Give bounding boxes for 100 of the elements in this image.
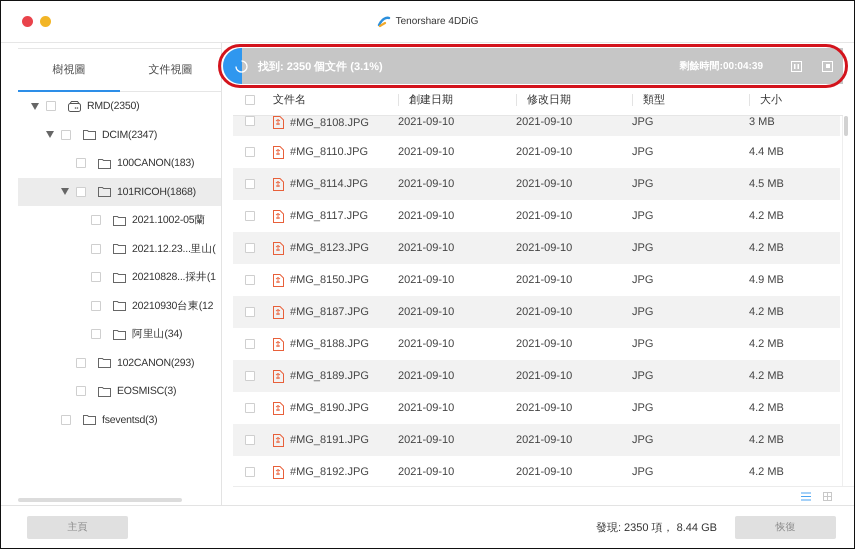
image-file-icon xyxy=(273,370,284,382)
modified-date: 2021-09-10 xyxy=(516,242,574,254)
checkbox[interactable] xyxy=(245,94,255,104)
collapse-arrow-icon[interactable] xyxy=(46,131,54,138)
tree-item-label: 20210828...採井(1 xyxy=(132,270,216,284)
file-type: JPG xyxy=(632,338,654,350)
collapse-arrow-icon[interactable] xyxy=(61,188,69,196)
modified-date: 2021-09-10 xyxy=(516,466,574,478)
created-date: 2021-09-10 xyxy=(398,274,456,286)
tree-item[interactable]: 101RICOH(1868) xyxy=(18,178,221,206)
grid-view-icon[interactable] xyxy=(823,492,832,500)
tree-item[interactable]: 100CANON(183) xyxy=(18,149,221,178)
list-view-icon[interactable] xyxy=(801,492,811,500)
pause-button[interactable] xyxy=(791,60,802,72)
checkbox[interactable] xyxy=(245,243,255,253)
file-name: #MG_8187.JPG xyxy=(290,306,369,318)
checkbox[interactable] xyxy=(245,339,255,349)
created-date: 2021-09-10 xyxy=(398,338,456,350)
checkbox[interactable] xyxy=(61,130,71,140)
tree-item[interactable]: 2021.1002-05蘭 xyxy=(18,206,221,234)
modified-date: 2021-09-10 xyxy=(516,338,574,350)
checkbox[interactable] xyxy=(76,358,86,368)
tree-item-label: 阿里山(34) xyxy=(132,327,182,342)
horizontal-scrollbar[interactable] xyxy=(18,498,182,502)
checkbox[interactable] xyxy=(76,386,86,396)
file-type: JPG xyxy=(632,434,654,446)
checkbox[interactable] xyxy=(245,147,255,157)
checkbox[interactable] xyxy=(46,101,56,112)
column-header[interactable]: 創建日期 xyxy=(398,94,516,106)
tree-item[interactable]: fseventsd(3) xyxy=(18,406,221,434)
vertical-scrollbar[interactable] xyxy=(842,116,848,486)
file-name: #MG_8192.JPG xyxy=(290,466,369,478)
checkbox[interactable] xyxy=(91,244,101,254)
file-type: JPG xyxy=(632,242,654,254)
pause-icon xyxy=(794,64,799,68)
image-file-icon xyxy=(273,338,284,350)
tree-item-label: fseventsd(3) xyxy=(102,414,158,426)
tree-item-label: 20210930台東(12 xyxy=(132,298,214,313)
folder-icon xyxy=(113,328,126,340)
file-name: #MG_8123.JPG xyxy=(290,242,369,254)
file-size: 4.2 MB xyxy=(749,434,785,446)
checkbox[interactable] xyxy=(245,307,255,317)
tree-item[interactable]: 102CANON(293) xyxy=(18,348,221,377)
file-name: #MG_8189.JPG xyxy=(290,370,369,382)
file-size: 4.2 MB xyxy=(749,402,785,414)
file-type: JPG xyxy=(632,402,654,414)
modified-date: 2021-09-10 xyxy=(516,178,574,190)
file-name: #MG_8188.JPG xyxy=(290,338,369,350)
file-size: 3 MB xyxy=(749,116,776,128)
tree-item[interactable]: 20210930台東(12 xyxy=(18,292,221,320)
tree-item-label: 102CANON(293) xyxy=(117,356,194,369)
stop-button[interactable] xyxy=(822,60,833,72)
folder-icon xyxy=(113,300,126,312)
collapse-arrow-icon[interactable] xyxy=(31,102,39,110)
file-size: 4.5 MB xyxy=(749,178,785,190)
file-size: 4.2 MB xyxy=(749,370,785,382)
window-title: Tenorshare 4DDiG xyxy=(396,16,478,27)
checkbox[interactable] xyxy=(245,275,255,285)
checkbox[interactable] xyxy=(245,403,255,413)
column-header[interactable]: 大小 xyxy=(749,94,843,106)
folder-icon xyxy=(83,414,96,426)
column-header[interactable]: 文件名 xyxy=(273,94,398,106)
created-date: 2021-09-10 xyxy=(398,466,456,478)
tree-item-label: EOSMISC(3) xyxy=(117,385,176,398)
view-tab[interactable]: 文件視圖 xyxy=(120,49,221,92)
column-header[interactable]: 類型 xyxy=(632,94,749,106)
column-header[interactable]: 修改日期 xyxy=(516,94,632,106)
file-type: JPG xyxy=(632,116,654,128)
tree-item[interactable]: RMD(2350) xyxy=(18,92,221,120)
checkbox[interactable] xyxy=(76,158,86,168)
checkbox[interactable] xyxy=(91,300,101,311)
tree-item[interactable]: DCIM(2347) xyxy=(18,120,221,149)
checkbox[interactable] xyxy=(76,186,86,197)
checkbox[interactable] xyxy=(245,211,255,221)
tree-item-label: 100CANON(183) xyxy=(117,157,194,170)
image-file-icon xyxy=(273,210,284,222)
file-size: 4.2 MB xyxy=(749,306,785,318)
tree-item[interactable]: 阿里山(34) xyxy=(18,320,221,348)
checkbox[interactable] xyxy=(91,272,101,282)
tree-item[interactable]: EOSMISC(3) xyxy=(18,377,221,406)
tree-item[interactable]: 20210828...採井(1 xyxy=(18,263,221,292)
image-file-icon xyxy=(273,434,284,446)
checkbox[interactable] xyxy=(245,467,255,477)
minimize-button[interactable] xyxy=(40,16,51,27)
created-date: 2021-09-10 xyxy=(398,306,456,318)
file-type: JPG xyxy=(632,466,654,478)
checkbox[interactable] xyxy=(61,414,71,425)
checkbox[interactable] xyxy=(91,329,101,340)
created-date: 2021-09-10 xyxy=(398,434,456,446)
checkbox[interactable] xyxy=(245,116,255,126)
tree-item[interactable]: 2021.12.23...里山( xyxy=(18,234,221,263)
checkbox[interactable] xyxy=(245,179,255,189)
file-name: #MG_8150.JPG xyxy=(290,274,369,286)
checkbox[interactable] xyxy=(91,215,101,226)
created-date: 2021-09-10 xyxy=(398,242,456,254)
close-button[interactable] xyxy=(22,16,33,27)
checkbox[interactable] xyxy=(245,371,255,381)
checkbox[interactable] xyxy=(245,435,255,445)
found-summary: 發現: 2350 項， 8.44 GB xyxy=(596,520,717,534)
view-tab[interactable]: 樹視圖 xyxy=(18,49,120,92)
